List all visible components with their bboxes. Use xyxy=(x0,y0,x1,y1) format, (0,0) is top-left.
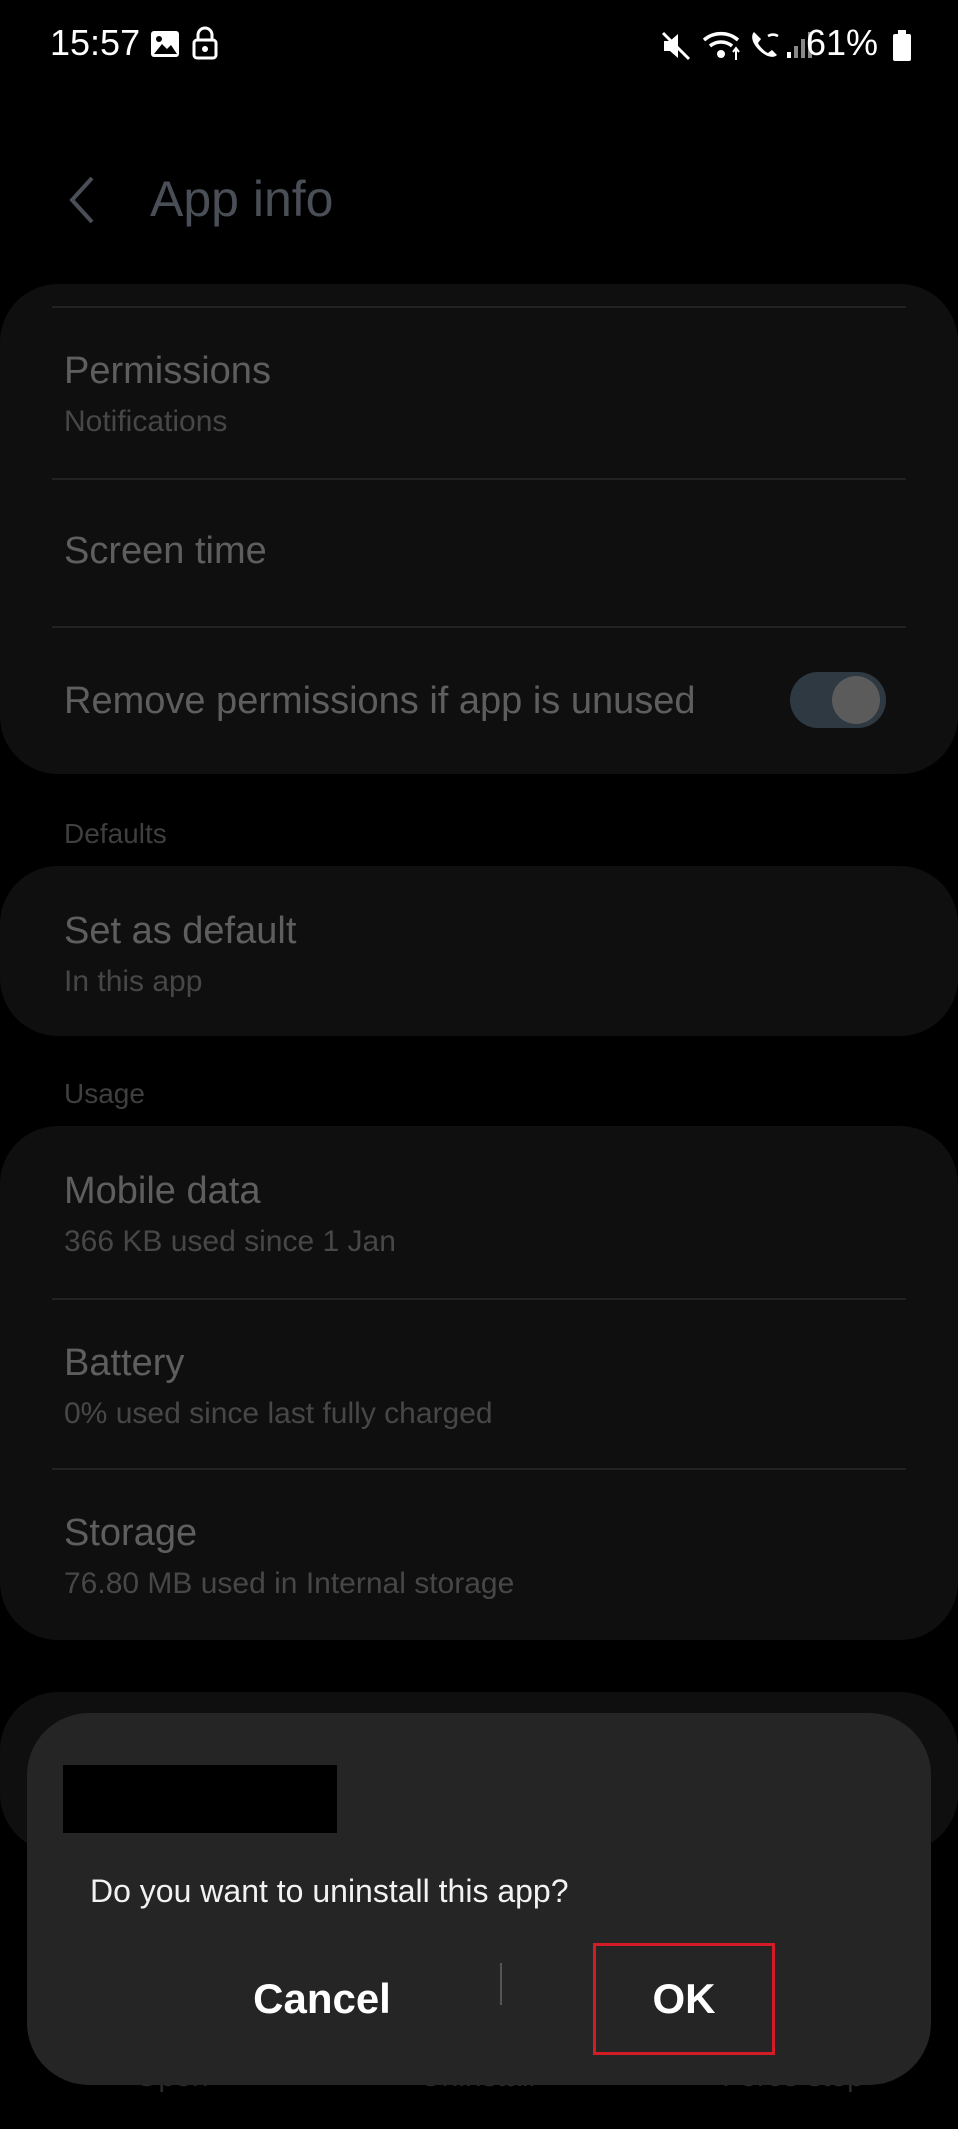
permissions-title: Permissions xyxy=(64,350,271,392)
set-as-default-row[interactable]: Set as default In this app xyxy=(64,910,898,999)
divider xyxy=(52,626,906,628)
divider xyxy=(52,306,906,308)
wifi-call-icon xyxy=(752,32,779,57)
defaults-section-label: Defaults xyxy=(64,818,167,849)
mute-icon xyxy=(661,31,691,61)
battery-title: Battery xyxy=(64,1342,185,1384)
page-title: App info xyxy=(150,171,334,227)
ok-button[interactable]: OK xyxy=(593,1943,775,2055)
lock-icon xyxy=(192,26,218,60)
divider xyxy=(52,478,906,480)
storage-subtitle: 76.80 MB used in Internal storage xyxy=(64,1567,515,1600)
remove-permissions-row[interactable]: Remove permissions if app is unused xyxy=(64,680,898,723)
battery-subtitle: 0% used since last fully charged xyxy=(64,1397,493,1430)
usage-section-label: Usage xyxy=(64,1078,145,1109)
permissions-subtitle: Notifications xyxy=(64,405,228,438)
storage-title: Storage xyxy=(64,1512,198,1554)
mobile-data-subtitle: 366 KB used since 1 Jan xyxy=(64,1225,396,1258)
cancel-button[interactable]: Cancel xyxy=(147,1943,497,2055)
battery-icon xyxy=(893,30,911,61)
screen-time-title: Screen time xyxy=(64,530,267,572)
divider xyxy=(52,1468,906,1470)
mobile-data-title: Mobile data xyxy=(64,1170,261,1212)
permissions-row[interactable]: Permissions Notifications xyxy=(64,350,898,439)
battery-percent: 61% xyxy=(805,22,878,63)
remove-permissions-toggle[interactable] xyxy=(790,672,886,728)
button-separator xyxy=(500,1963,502,2005)
status-bar: 15:57 61% xyxy=(0,0,958,92)
wifi-icon xyxy=(702,32,740,60)
divider xyxy=(52,1298,906,1300)
status-time: 15:57 xyxy=(50,22,141,63)
storage-row[interactable]: Storage 76.80 MB used in Internal storag… xyxy=(64,1512,898,1601)
screen-time-row[interactable]: Screen time xyxy=(64,530,898,573)
remove-permissions-title: Remove permissions if app is unused xyxy=(64,680,696,722)
dialog-message: Do you want to uninstall this app? xyxy=(90,1873,569,1909)
toggle-knob xyxy=(832,676,880,724)
set-as-default-title: Set as default xyxy=(64,910,297,952)
set-as-default-subtitle: In this app xyxy=(64,965,203,998)
redacted-app-name xyxy=(63,1765,337,1833)
image-icon xyxy=(151,31,179,57)
mobile-data-row[interactable]: Mobile data 366 KB used since 1 Jan xyxy=(64,1170,898,1259)
back-icon[interactable] xyxy=(60,170,110,230)
battery-row[interactable]: Battery 0% used since last fully charged xyxy=(64,1342,898,1431)
uninstall-dialog: Do you want to uninstall this app? Cance… xyxy=(27,1713,931,2085)
